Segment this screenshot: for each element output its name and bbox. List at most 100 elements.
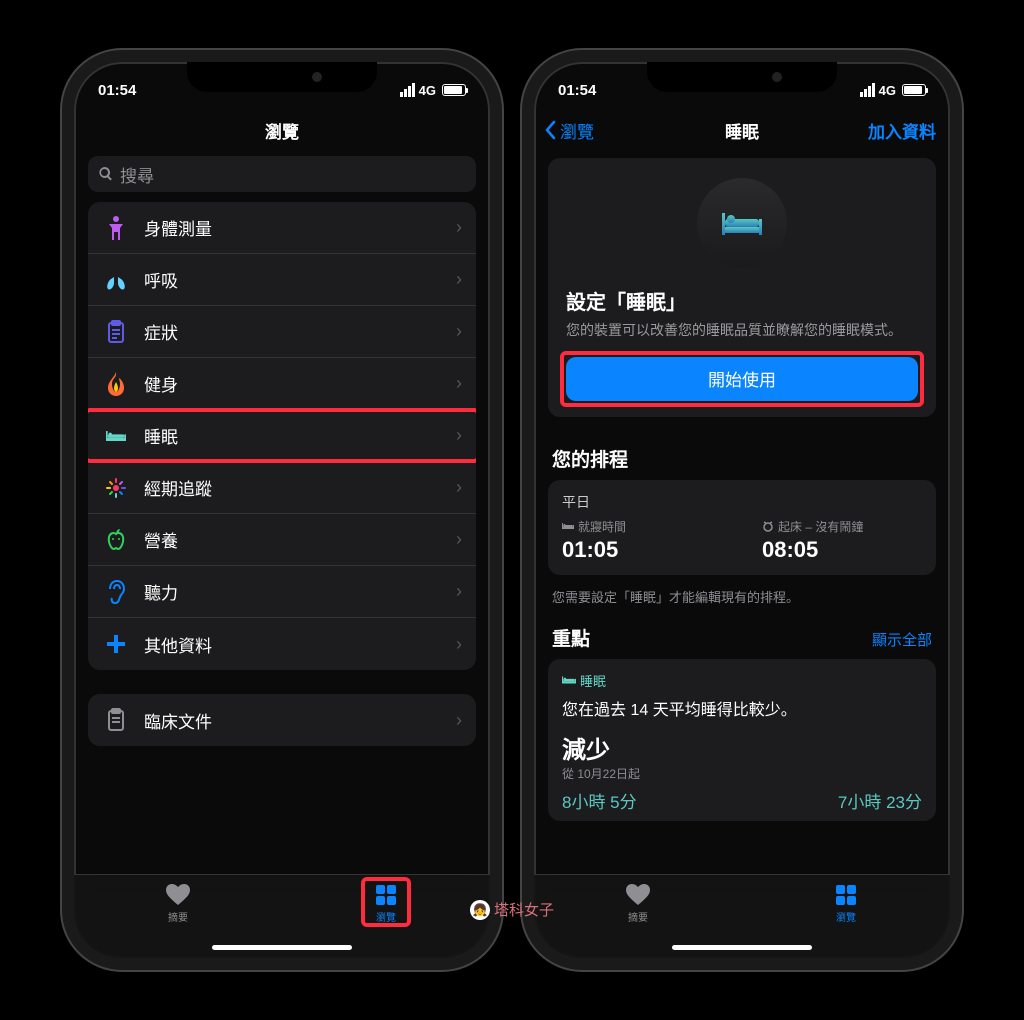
highlights-title: 重點 bbox=[552, 624, 590, 651]
back-button[interactable]: 瀏覽 bbox=[544, 108, 594, 152]
insight-sub: 從 10月22日起 bbox=[562, 765, 922, 782]
chevron-right-icon: › bbox=[456, 529, 462, 550]
schedule-title: 您的排程 bbox=[552, 445, 932, 472]
screen-sleep: 瀏覽 睡眠 加入資料 設定「睡眠」 您的裝置可以改善您的睡眠品質並瞭解您的睡眠模… bbox=[534, 62, 950, 958]
category-label: 症狀 bbox=[144, 319, 456, 344]
watermark-icon: 👧 bbox=[470, 900, 490, 920]
lungs-icon bbox=[102, 266, 130, 294]
category-body[interactable]: 身體測量 › bbox=[88, 202, 476, 254]
secondary-list: 臨床文件 › bbox=[88, 694, 476, 746]
chevron-right-icon: › bbox=[456, 425, 462, 446]
category-clinical[interactable]: 臨床文件 › bbox=[88, 694, 476, 746]
clipboard-icon bbox=[102, 318, 130, 346]
search-placeholder: 搜尋 bbox=[120, 162, 154, 187]
insight-big: 減少 bbox=[562, 730, 922, 765]
schedule-row: 就寢時間 01:05 起床 – 沒有鬧鐘 08:05 bbox=[562, 518, 922, 563]
bed-label: 就寢時間 bbox=[562, 518, 722, 535]
category-label: 營養 bbox=[144, 527, 456, 552]
signal-icon bbox=[860, 83, 875, 97]
chevron-right-icon: › bbox=[456, 373, 462, 394]
cta-wrap: 開始使用 bbox=[566, 357, 918, 401]
schedule-hint: 您需要設定「睡眠」才能編輯現有的排程。 bbox=[552, 587, 932, 606]
signal-icon bbox=[400, 83, 415, 97]
wake-time: 08:05 bbox=[762, 537, 922, 563]
phone-browse: 01:54 4G 瀏覽 搜尋 身體測量 › 呼吸 › bbox=[62, 50, 502, 970]
category-label: 聽力 bbox=[144, 579, 456, 604]
nav-title: 瀏覽 bbox=[74, 108, 490, 152]
chevron-left-icon bbox=[544, 120, 556, 140]
plus-icon bbox=[102, 630, 130, 658]
wake-label: 起床 – 沒有鬧鐘 bbox=[762, 518, 922, 535]
watermark-text: 塔科女子 bbox=[494, 899, 554, 920]
show-all-link[interactable]: 顯示全部 bbox=[872, 629, 932, 650]
bed-icon bbox=[562, 521, 574, 531]
nav-title: 睡眠 bbox=[725, 118, 759, 143]
tab-label: 瀏覽 bbox=[376, 909, 396, 924]
category-hearing[interactable]: 聽力 › bbox=[88, 566, 476, 618]
bed-time: 01:05 bbox=[562, 537, 722, 563]
category-symptoms[interactable]: 症狀 › bbox=[88, 306, 476, 358]
heart-icon bbox=[165, 883, 191, 907]
category-label: 身體測量 bbox=[144, 215, 456, 240]
sleep-setup-card: 設定「睡眠」 您的裝置可以改善您的睡眠品質並瞭解您的睡眠模式。 開始使用 bbox=[548, 158, 936, 417]
category-respiratory[interactable]: 呼吸 › bbox=[88, 254, 476, 306]
insight-card[interactable]: 睡眠 您在過去 14 天平均睡得比較少。 減少 從 10月22日起 8小時 5分… bbox=[548, 659, 936, 821]
hero-subtitle: 您的裝置可以改善您的睡眠品質並瞭解您的睡眠模式。 bbox=[566, 321, 918, 341]
cycle-icon bbox=[102, 474, 130, 502]
insight-text: 您在過去 14 天平均睡得比較少。 bbox=[562, 696, 922, 720]
hero-title: 設定「睡眠」 bbox=[566, 286, 918, 315]
ear-icon bbox=[102, 578, 130, 606]
chevron-right-icon: › bbox=[456, 581, 462, 602]
add-data-button[interactable]: 加入資料 bbox=[868, 108, 936, 152]
schedule-card[interactable]: 平日 就寢時間 01:05 起床 – 沒有鬧鐘 08:05 bbox=[548, 480, 936, 575]
apple-icon bbox=[102, 526, 130, 554]
watermark: 👧 塔科女子 bbox=[470, 899, 554, 920]
chevron-right-icon: › bbox=[456, 217, 462, 238]
insight-times: 8小時 5分 7小時 23分 bbox=[562, 788, 922, 813]
search-input[interactable]: 搜尋 bbox=[88, 156, 476, 192]
status-time: 01:54 bbox=[558, 82, 596, 99]
browse-content: 身體測量 › 呼吸 › 症狀 › 健身 › bbox=[74, 202, 490, 958]
battery-icon bbox=[442, 84, 466, 96]
insight-time-1: 8小時 5分 bbox=[562, 788, 637, 813]
notch bbox=[647, 62, 837, 92]
category-nutrition[interactable]: 營養 › bbox=[88, 514, 476, 566]
bed-icon bbox=[102, 422, 130, 450]
bed-icon bbox=[722, 208, 762, 238]
body-icon bbox=[102, 214, 130, 242]
flame-icon bbox=[102, 370, 130, 398]
category-cycle[interactable]: 經期追蹤 › bbox=[88, 462, 476, 514]
alarm-icon bbox=[762, 520, 774, 532]
status-right: 4G bbox=[400, 83, 466, 98]
tab-label: 摘要 bbox=[168, 909, 188, 924]
category-label: 健身 bbox=[144, 371, 456, 396]
category-sleep[interactable]: 睡眠 › bbox=[88, 410, 476, 462]
chevron-right-icon: › bbox=[456, 710, 462, 731]
phone-sleep: 01:54 4G 瀏覽 睡眠 加入資料 設定「睡眠」 bbox=[522, 50, 962, 970]
heart-icon bbox=[625, 883, 651, 907]
category-label: 呼吸 bbox=[144, 267, 456, 292]
tab-label: 瀏覽 bbox=[836, 909, 856, 924]
battery-icon bbox=[902, 84, 926, 96]
status-time: 01:54 bbox=[98, 82, 136, 99]
tab-label: 摘要 bbox=[628, 909, 648, 924]
chevron-right-icon: › bbox=[456, 269, 462, 290]
grid-icon bbox=[374, 883, 398, 907]
network-label: 4G bbox=[879, 83, 896, 98]
insight-tag: 睡眠 bbox=[562, 671, 922, 690]
category-fitness[interactable]: 健身 › bbox=[88, 358, 476, 410]
screen-browse: 瀏覽 搜尋 身體測量 › 呼吸 › 症狀 bbox=[74, 62, 490, 958]
get-started-button[interactable]: 開始使用 bbox=[566, 357, 918, 401]
home-indicator[interactable] bbox=[672, 945, 812, 950]
network-label: 4G bbox=[419, 83, 436, 98]
grid-icon bbox=[834, 883, 858, 907]
insight-time-2: 7小時 23分 bbox=[838, 788, 922, 813]
category-other[interactable]: 其他資料 › bbox=[88, 618, 476, 670]
nav-bar: 瀏覽 睡眠 加入資料 bbox=[534, 108, 950, 152]
search-icon bbox=[98, 166, 114, 182]
document-icon bbox=[102, 706, 130, 734]
category-label: 經期追蹤 bbox=[144, 475, 456, 500]
back-label: 瀏覽 bbox=[560, 118, 594, 143]
schedule-day: 平日 bbox=[562, 492, 922, 512]
home-indicator[interactable] bbox=[212, 945, 352, 950]
